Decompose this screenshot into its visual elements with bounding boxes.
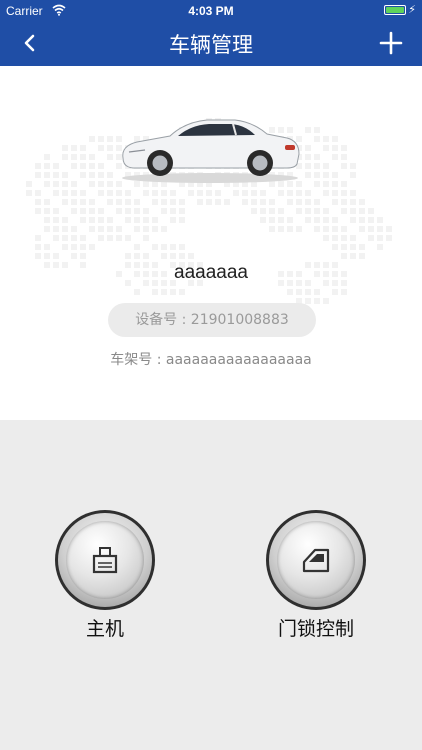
car-image: [122, 119, 300, 183]
door-lock-button[interactable]: [266, 510, 366, 610]
door-lock-button-label: 门锁控制: [277, 618, 354, 640]
battery-icon: [384, 5, 406, 15]
host-device-icon: [92, 547, 118, 574]
vehicle-card: aaaaaaa 设备号 : 21901008883 车架号 : aaaaaaaa…: [0, 66, 422, 420]
device-number-badge: 设备号 : 21901008883: [108, 303, 316, 337]
frame-number: 车架号 : aaaaaaaaaaaaaaaaa: [110, 352, 312, 368]
page-title: 车辆管理: [169, 33, 253, 57]
navigation-bar: 车辆管理: [0, 22, 422, 66]
status-bar: Carrier 4:03 PM ⚡: [0, 0, 422, 22]
car-door-icon: [302, 548, 330, 573]
vehicle-name: aaaaaaa: [174, 262, 248, 283]
clock: 4:03 PM: [188, 4, 234, 18]
host-button-label: 主机: [85, 618, 124, 640]
host-button[interactable]: [55, 510, 155, 610]
charging-icon: ⚡: [408, 3, 416, 16]
add-button[interactable]: [378, 30, 404, 56]
